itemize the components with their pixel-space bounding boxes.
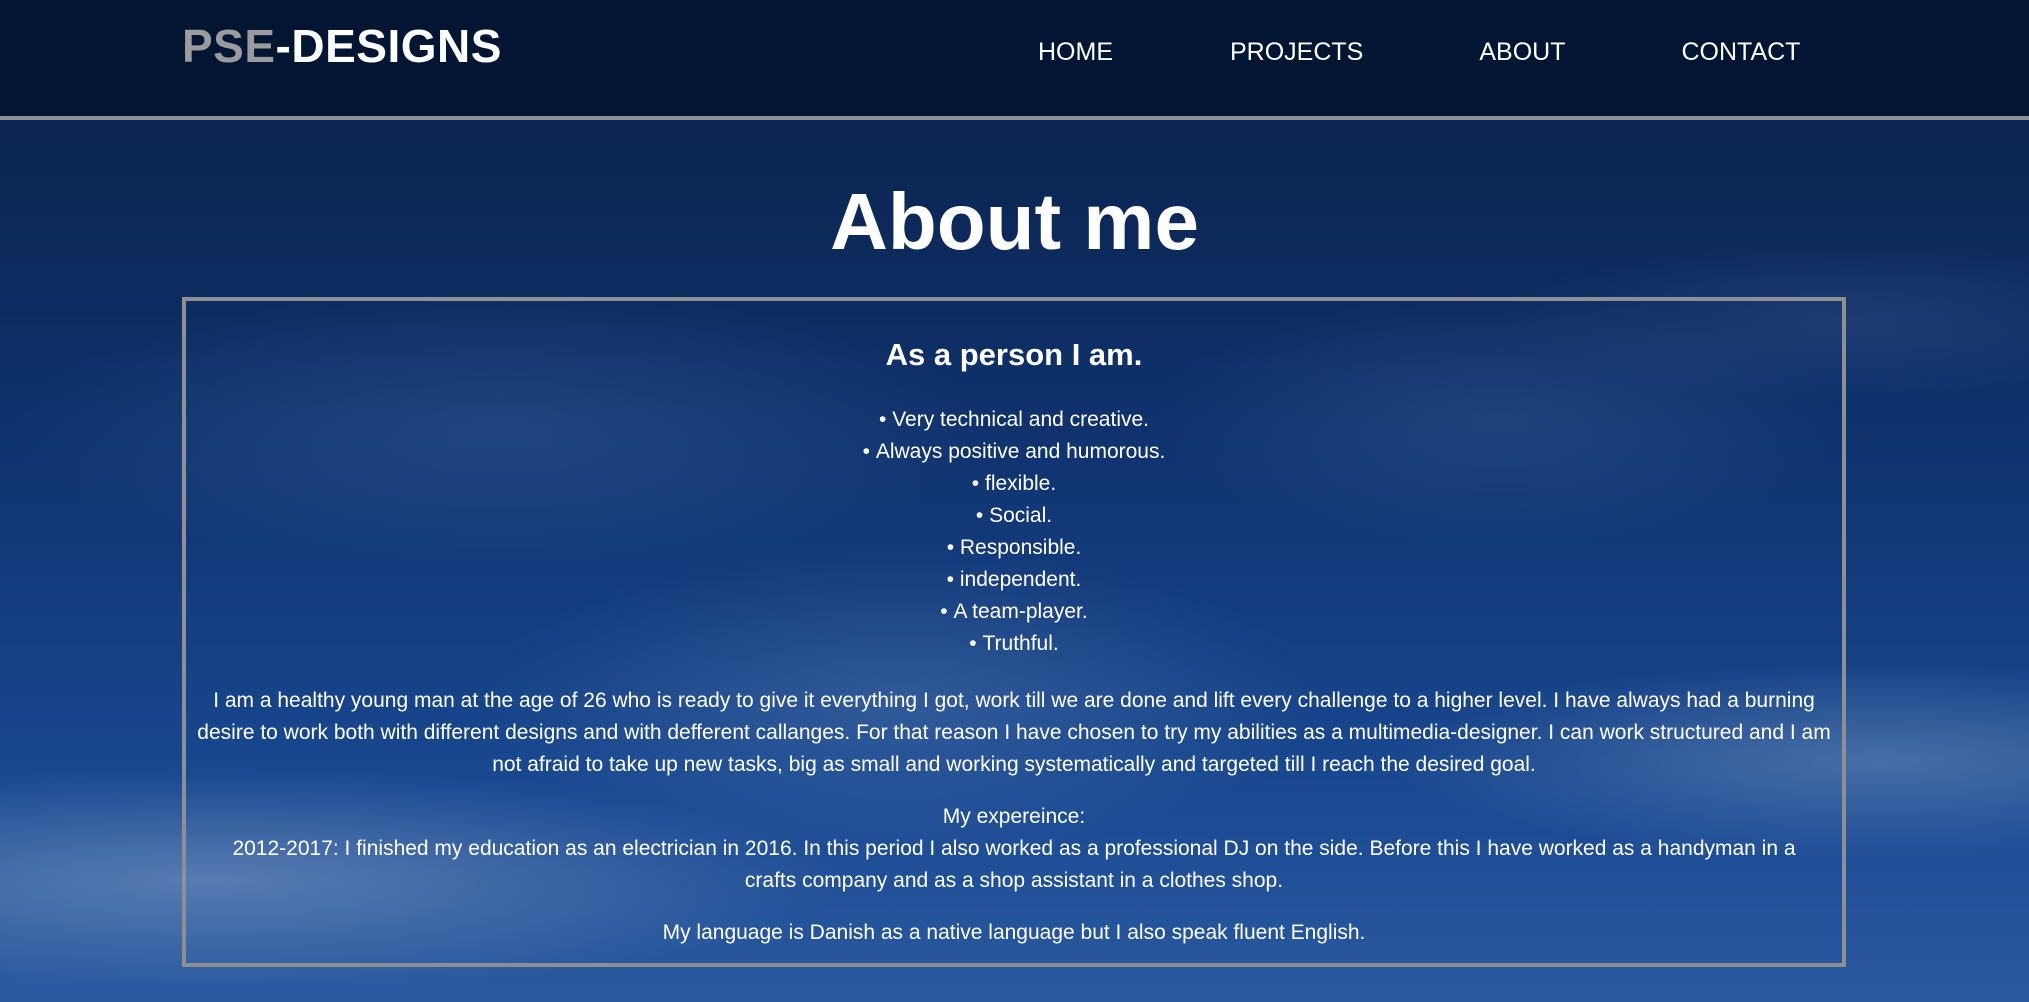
traits-list: Very technical and creative. Always posi…: [186, 404, 1842, 660]
experience-text: 2012-2017: I finished my education as an…: [232, 837, 1796, 892]
trait-item: Truthful.: [186, 628, 1842, 660]
trait-item: Social.: [186, 500, 1842, 532]
about-box: As a person I am. Very technical and cre…: [182, 297, 1846, 967]
nav-link-projects[interactable]: PROJECTS: [1230, 34, 1363, 70]
language-paragraph: My language is Danish as a native langua…: [662, 921, 1366, 944]
person-heading: As a person I am.: [885, 337, 1143, 372]
trait-item: A team-player.: [186, 596, 1842, 628]
trait-item: Responsible.: [186, 532, 1842, 564]
trait-item: independent.: [186, 564, 1842, 596]
experience-section: My expereince: 2012-2017: I finished my …: [186, 801, 1842, 897]
nav-link-contact[interactable]: CONTACT: [1681, 34, 1800, 70]
experience-heading: My expereince:: [942, 805, 1086, 828]
site-header: PSE-DESIGNS HOME PROJECTS ABOUT CONTACT: [0, 0, 2029, 120]
logo-prefix: PSE: [182, 20, 276, 72]
trait-item: Always positive and humorous.: [186, 436, 1842, 468]
trait-item: Very technical and creative.: [186, 404, 1842, 436]
nav-link-about[interactable]: ABOUT: [1479, 34, 1565, 70]
main-nav: HOME PROJECTS ABOUT CONTACT: [1038, 34, 1800, 70]
logo-suffix: -DESIGNS: [275, 20, 502, 72]
intro-paragraph: I am a healthy young man at the age of 2…: [197, 689, 1831, 776]
page-title: About me: [830, 177, 1199, 266]
trait-item: flexible.: [186, 468, 1842, 500]
nav-link-home[interactable]: HOME: [1038, 34, 1113, 70]
site-logo[interactable]: PSE-DESIGNS: [182, 18, 502, 74]
